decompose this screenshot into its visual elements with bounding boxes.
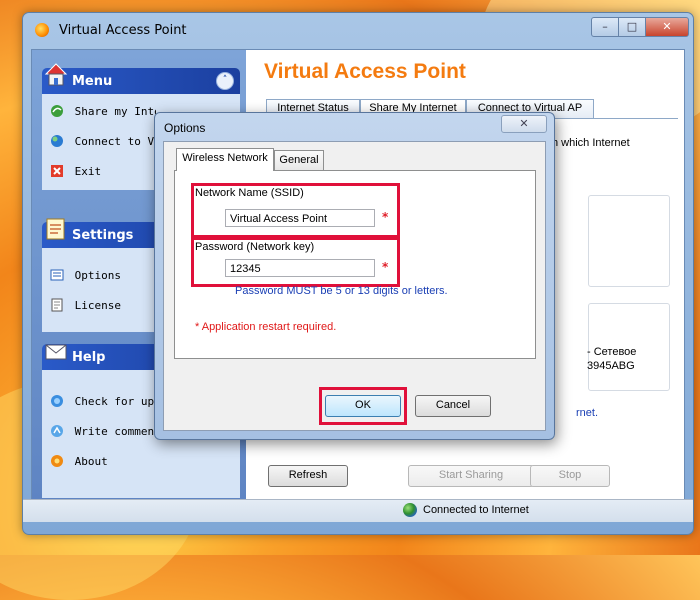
settings-icon: [46, 218, 65, 240]
adapter-id-fragment: 3945ABG: [587, 360, 635, 372]
sidebar-item-write-comments[interactable]: Write comments: [50, 424, 156, 442]
sidebar-item-label: Check for updates: [74, 395, 156, 408]
sidebar-item-label: Share my Internet: [74, 105, 156, 118]
password-hint: Password MUST be 5 or 13 digits or lette…: [235, 285, 448, 297]
connection-status-text: Connected to Internet: [423, 504, 529, 516]
password-required-mark: *: [382, 260, 389, 274]
dialog-close-button[interactable]: ✕: [501, 115, 547, 133]
dialog-client: Wireless Network General Network Name (S…: [163, 141, 546, 431]
description-text-fragment: h which Internet: [552, 137, 630, 149]
refresh-button[interactable]: Refresh: [268, 465, 348, 487]
ok-button[interactable]: OK: [325, 395, 401, 417]
close-button[interactable]: ✕: [645, 17, 689, 37]
sidebar-item-license[interactable]: License: [50, 298, 170, 316]
window-title: Virtual Access Point: [59, 23, 187, 38]
sidebar-item-share-my-internet[interactable]: Share my Internet: [50, 104, 156, 122]
tab-general[interactable]: General: [274, 150, 324, 171]
restart-required-note: * Application restart required.: [195, 321, 337, 333]
adapter-name-fragment: - Сетевое: [587, 346, 637, 358]
password-label: Password (Network key): [195, 241, 315, 253]
share-icon: [51, 105, 63, 117]
settings-panel-title: Settings: [72, 228, 134, 243]
connect-icon: [51, 135, 63, 147]
app-logo-icon: [35, 23, 49, 37]
help-panel-title: Help: [72, 350, 106, 365]
page-title: Virtual Access Point: [264, 60, 466, 83]
dialog-title: Options: [164, 121, 206, 135]
maximize-button[interactable]: □: [618, 17, 646, 37]
stop-button[interactable]: Stop: [530, 465, 610, 487]
start-sharing-button[interactable]: Start Sharing: [408, 465, 534, 487]
status-bar: Connected to Internet: [23, 499, 693, 522]
wireless-network-pane: Network Name (SSID) Virtual Access Point…: [174, 170, 536, 359]
sidebar-item-connect-to-virtual-ap[interactable]: Connect to Virtual AP: [50, 134, 156, 152]
sidebar-item-label: Exit: [74, 165, 102, 178]
adapter-groupbox: [588, 195, 670, 287]
menu-panel-title: Menu: [72, 74, 113, 89]
exit-icon: [51, 165, 63, 177]
sidebar-item-about[interactable]: About: [50, 454, 156, 472]
sidebar-item-options[interactable]: Options: [50, 268, 170, 286]
minimize-button[interactable]: –: [591, 17, 619, 37]
options-dialog: Options ✕ Wireless Network General Netwo…: [154, 112, 555, 440]
sidebar-item-label: License: [74, 299, 121, 312]
menu-panel-header[interactable]: Menu ˄: [42, 63, 240, 94]
envelope-icon: [45, 344, 67, 360]
internet-link-fragment: rnet.: [576, 407, 599, 419]
home-icon: [44, 63, 68, 86]
ssid-label: Network Name (SSID): [195, 187, 304, 199]
options-icon: [50, 269, 64, 281]
globe-icon: [403, 503, 417, 517]
password-input[interactable]: 12345: [225, 259, 375, 277]
sidebar-item-label: Options: [74, 269, 121, 282]
comments-icon: [51, 425, 63, 437]
adapter-info-groupbox: - Сетевое 3945ABG: [587, 303, 670, 391]
ssid-input[interactable]: Virtual Access Point: [225, 209, 375, 227]
update-icon: [51, 395, 63, 407]
sidebar-item-label: About: [74, 455, 108, 468]
cancel-button[interactable]: Cancel: [415, 395, 491, 417]
sidebar-item-label: Write comments: [74, 425, 156, 438]
ssid-required-mark: *: [382, 210, 389, 224]
sidebar-item-check-for-updates[interactable]: Check for updates: [50, 394, 156, 412]
about-icon: [51, 455, 63, 467]
sidebar-item-label: Connect to Virtual AP: [74, 135, 156, 148]
license-icon: [51, 298, 63, 312]
sidebar-item-exit[interactable]: Exit: [50, 164, 156, 182]
tab-wireless-network[interactable]: Wireless Network: [176, 148, 274, 171]
chevron-up-icon[interactable]: ˄: [216, 72, 234, 90]
